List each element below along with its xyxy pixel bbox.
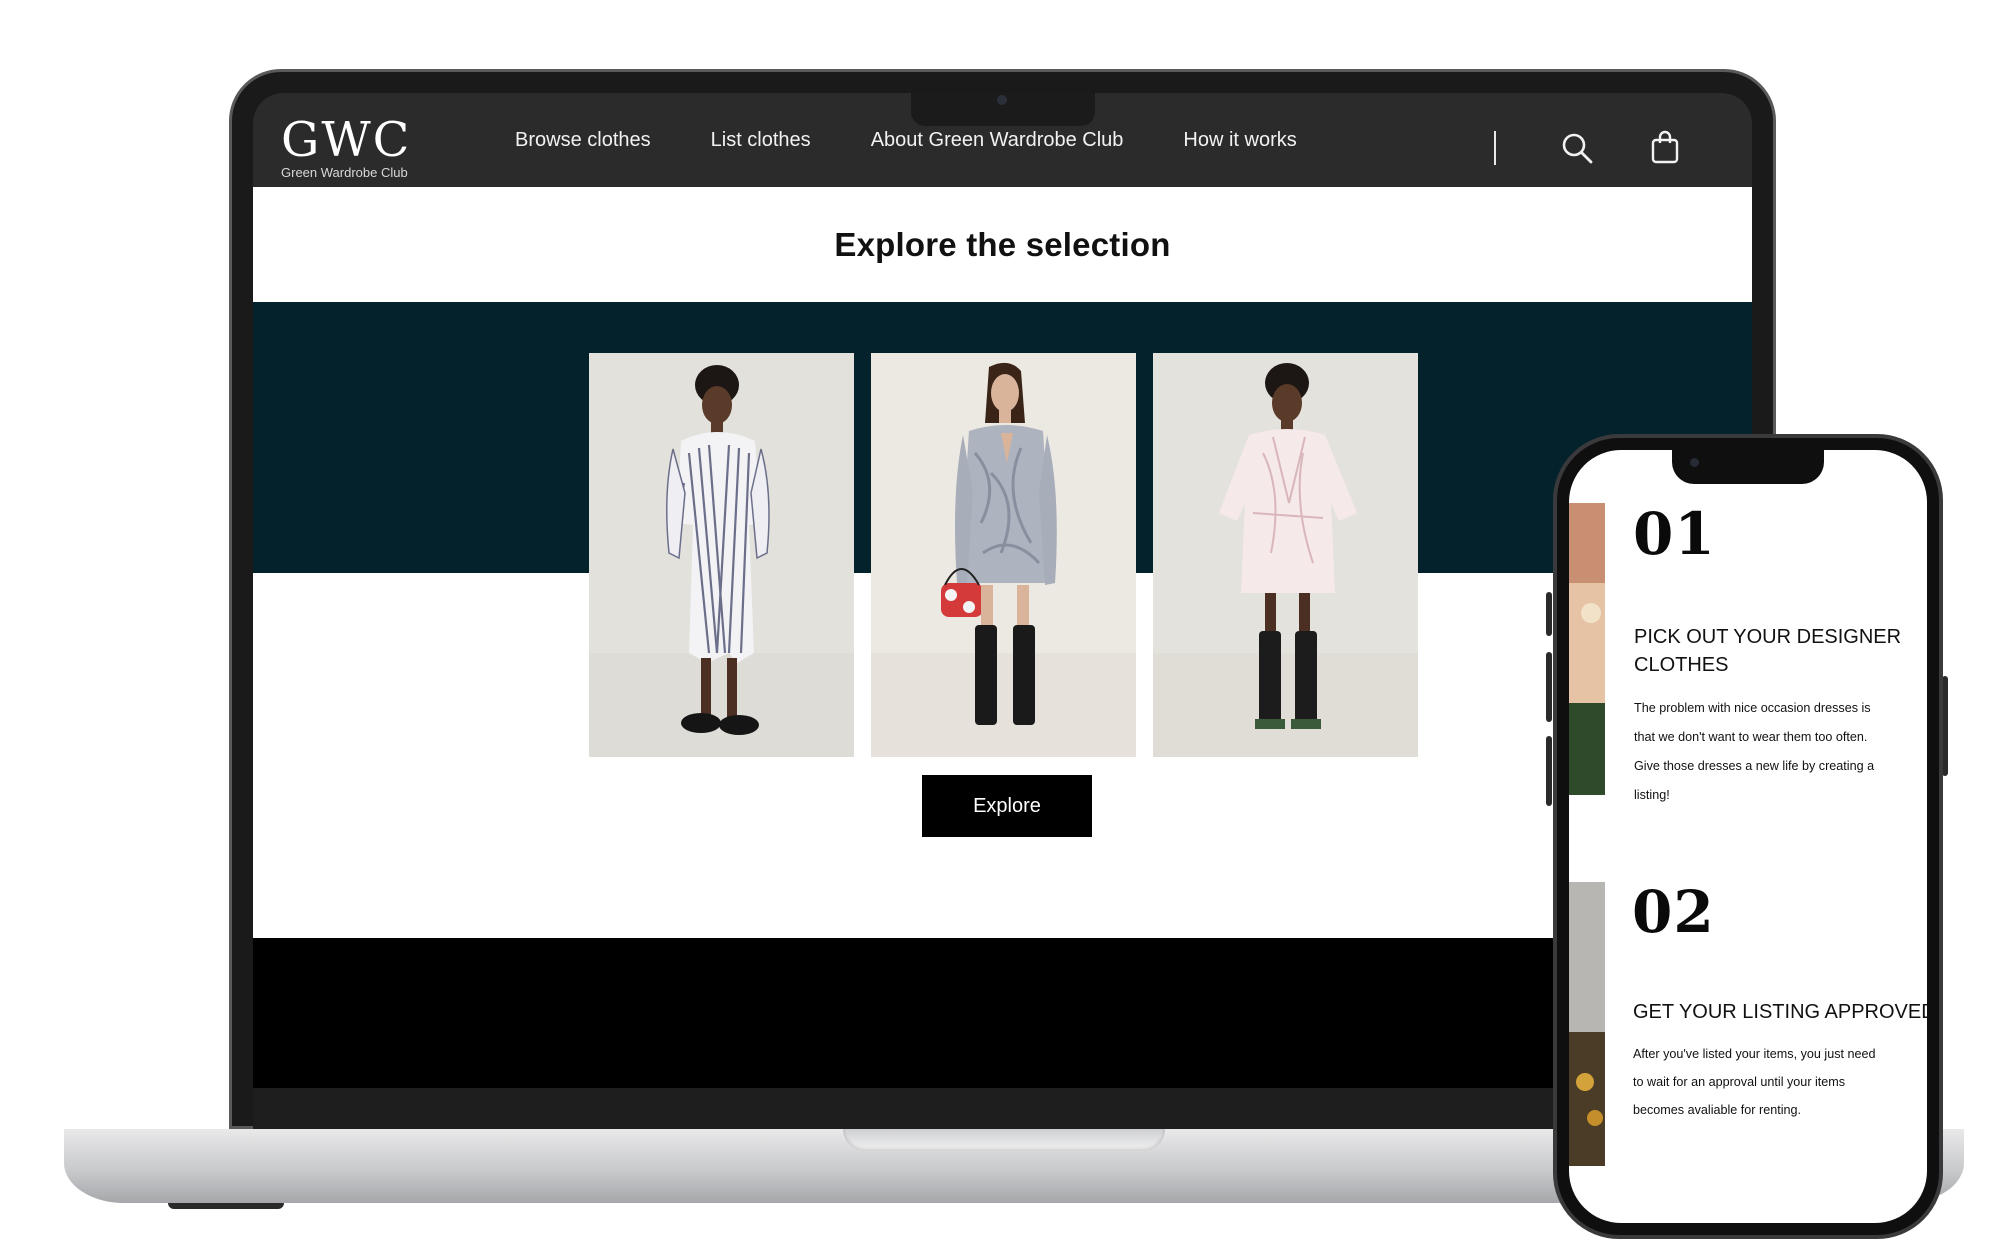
product-card-silver-dress[interactable] <box>871 353 1136 757</box>
product-card-pink-dress[interactable] <box>1153 353 1418 757</box>
dress-photo <box>871 353 1136 757</box>
step-2-image <box>1569 882 1605 1166</box>
nav-link-list-clothes[interactable]: List clothes <box>711 129 811 152</box>
step-1-body-line2: that we don't want to wear them too ofte… <box>1634 730 1868 744</box>
site-logo[interactable]: GWC Green Wardrobe Club <box>281 112 412 180</box>
phone-volume-down <box>1546 736 1552 806</box>
phone-notch <box>1672 450 1824 484</box>
step-1-title-line2: CLOTHES <box>1634 654 1729 676</box>
nav-divider <box>1494 131 1496 165</box>
logo-subtitle: Green Wardrobe Club <box>281 165 408 180</box>
step-2-body-line2: to wait for an approval until your items <box>1633 1075 1846 1089</box>
dress-photo <box>589 353 854 757</box>
laptop-foot <box>168 1203 284 1209</box>
nav-link-browse-clothes[interactable]: Browse clothes <box>515 129 651 152</box>
step-1-body-line1: The problem with nice occasion dresses i… <box>1634 701 1871 715</box>
step-1-image <box>1569 503 1605 795</box>
product-card-striped-dress[interactable] <box>589 353 854 757</box>
phone-volume-up <box>1546 652 1552 722</box>
laptop-bezel-bottom <box>253 1088 1752 1129</box>
step-1-number: 01 <box>1633 500 1716 568</box>
search-icon[interactable] <box>1560 131 1594 165</box>
mockup-stage: GWC Green Wardrobe Club Browse clothes L… <box>0 0 2000 1242</box>
nav-link-how-it-works[interactable]: How it works <box>1183 129 1296 152</box>
nav-link-about[interactable]: About Green Wardrobe Club <box>871 129 1124 152</box>
explore-button[interactable]: Explore <box>922 775 1092 837</box>
phone-side-button <box>1546 592 1552 636</box>
step-1-body-line3: Give those dresses a new life by creatin… <box>1634 759 1875 773</box>
step-1-body-line4: listing! <box>1634 788 1670 802</box>
phone-camera <box>1690 458 1699 467</box>
step-2-title: GET YOUR LISTING APPROVED <box>1633 1001 1936 1023</box>
step-1-title-line1: PICK OUT YOUR DESIGNER <box>1634 626 1902 648</box>
step-2-body-line1: After you've listed your items, you just… <box>1633 1047 1876 1061</box>
shopping-bag-icon[interactable] <box>1651 130 1679 164</box>
step-2-number: 02 <box>1632 878 1715 946</box>
laptop-screen-bottom <box>253 938 1752 1088</box>
page-title: Explore the selection <box>834 225 1171 263</box>
dress-photo <box>1153 353 1418 757</box>
logo-mark: GWC <box>281 112 412 168</box>
laptop-hinge-notch <box>843 1129 1165 1151</box>
laptop-camera <box>997 95 1007 105</box>
selection-header: Explore the selection <box>253 187 1752 302</box>
step-2-body-line3: becomes avaliable for renting. <box>1633 1103 1802 1117</box>
